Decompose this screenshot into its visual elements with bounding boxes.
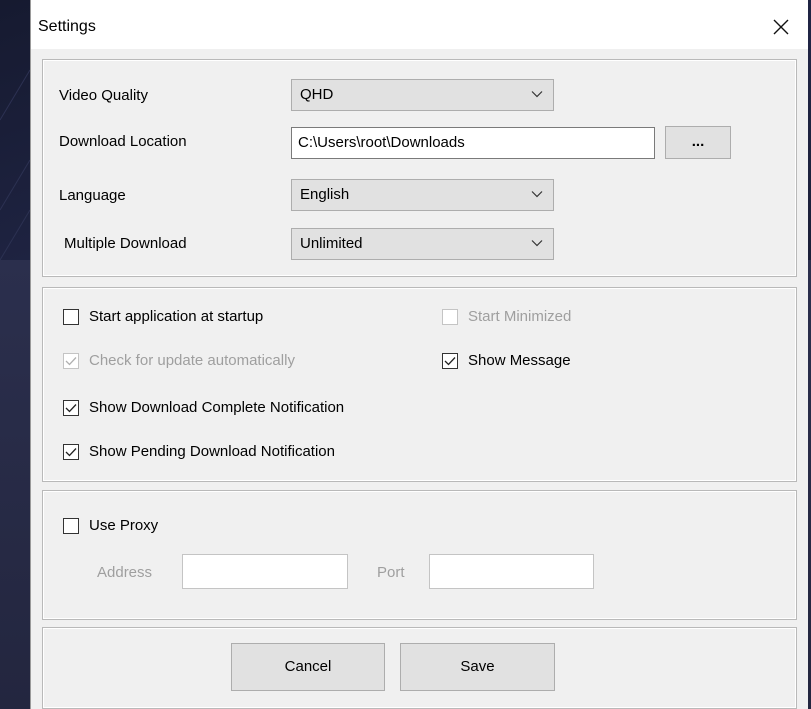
show-pending-download-option[interactable]: Show Pending Download Notification	[63, 443, 335, 460]
video-quality-select[interactable]: QHD	[291, 79, 554, 111]
chevron-down-icon	[531, 191, 543, 198]
video-quality-label: Video Quality	[59, 87, 148, 104]
show-download-complete-checkbox[interactable]	[63, 399, 79, 416]
show-pending-download-label: Show Pending Download Notification	[89, 443, 335, 460]
actions-group: Cancel Save	[42, 627, 797, 709]
checkmark-icon	[65, 403, 77, 412]
options-group: Start application at startup Start Minim…	[42, 287, 797, 482]
check-update-label: Check for update automatically	[89, 352, 295, 369]
check-update-checkbox	[63, 352, 79, 369]
start-minimized-label: Start Minimized	[468, 308, 572, 325]
checkmark-icon	[444, 356, 456, 365]
general-settings-group: Video Quality QHD Download Location C:\U…	[42, 59, 797, 277]
checkmark-icon	[65, 356, 77, 365]
close-button[interactable]	[763, 10, 799, 44]
show-message-label: Show Message	[468, 352, 571, 369]
show-pending-download-checkbox[interactable]	[63, 443, 79, 460]
start-minimized-option: Start Minimized	[442, 308, 571, 325]
language-value: English	[300, 186, 350, 203]
start-at-startup-option[interactable]: Start application at startup	[63, 308, 263, 325]
close-icon	[773, 19, 789, 35]
show-download-complete-label: Show Download Complete Notification	[89, 399, 345, 416]
settings-dialog: Settings Video Quality QHD Download Loca…	[30, 0, 808, 709]
browse-button[interactable]: ...	[665, 126, 731, 159]
multiple-download-value: Unlimited	[300, 235, 363, 252]
checkmark-icon	[65, 447, 77, 456]
address-field[interactable]	[182, 554, 348, 589]
window-title: Settings	[38, 18, 96, 35]
video-quality-value: QHD	[300, 86, 334, 103]
title-bar: Settings	[31, 0, 808, 49]
start-minimized-checkbox	[442, 308, 458, 325]
chevron-down-icon	[531, 240, 543, 247]
use-proxy-label: Use Proxy	[89, 517, 159, 534]
show-message-checkbox[interactable]	[442, 352, 458, 369]
show-download-complete-option[interactable]: Show Download Complete Notification	[63, 399, 344, 416]
download-location-label: Download Location	[59, 133, 187, 150]
save-button[interactable]: Save	[400, 643, 555, 691]
port-label: Port	[377, 564, 405, 581]
cancel-button[interactable]: Cancel	[231, 643, 385, 691]
chevron-down-icon	[531, 91, 543, 98]
start-at-startup-label: Start application at startup	[89, 308, 264, 325]
use-proxy-checkbox[interactable]	[63, 517, 79, 534]
language-select[interactable]: English	[291, 179, 554, 211]
proxy-group: Use Proxy Address Port	[42, 490, 797, 620]
show-message-option[interactable]: Show Message	[442, 352, 571, 369]
multiple-download-select[interactable]: Unlimited	[291, 228, 554, 260]
start-at-startup-checkbox[interactable]	[63, 308, 79, 325]
language-label: Language	[59, 187, 126, 204]
address-label: Address	[97, 564, 153, 581]
check-update-option: Check for update automatically	[63, 352, 295, 369]
port-field[interactable]	[429, 554, 594, 589]
multiple-download-label: Multiple Download	[64, 235, 187, 252]
use-proxy-option[interactable]: Use Proxy	[63, 517, 158, 534]
download-location-field[interactable]: C:\Users\root\Downloads	[291, 127, 655, 159]
